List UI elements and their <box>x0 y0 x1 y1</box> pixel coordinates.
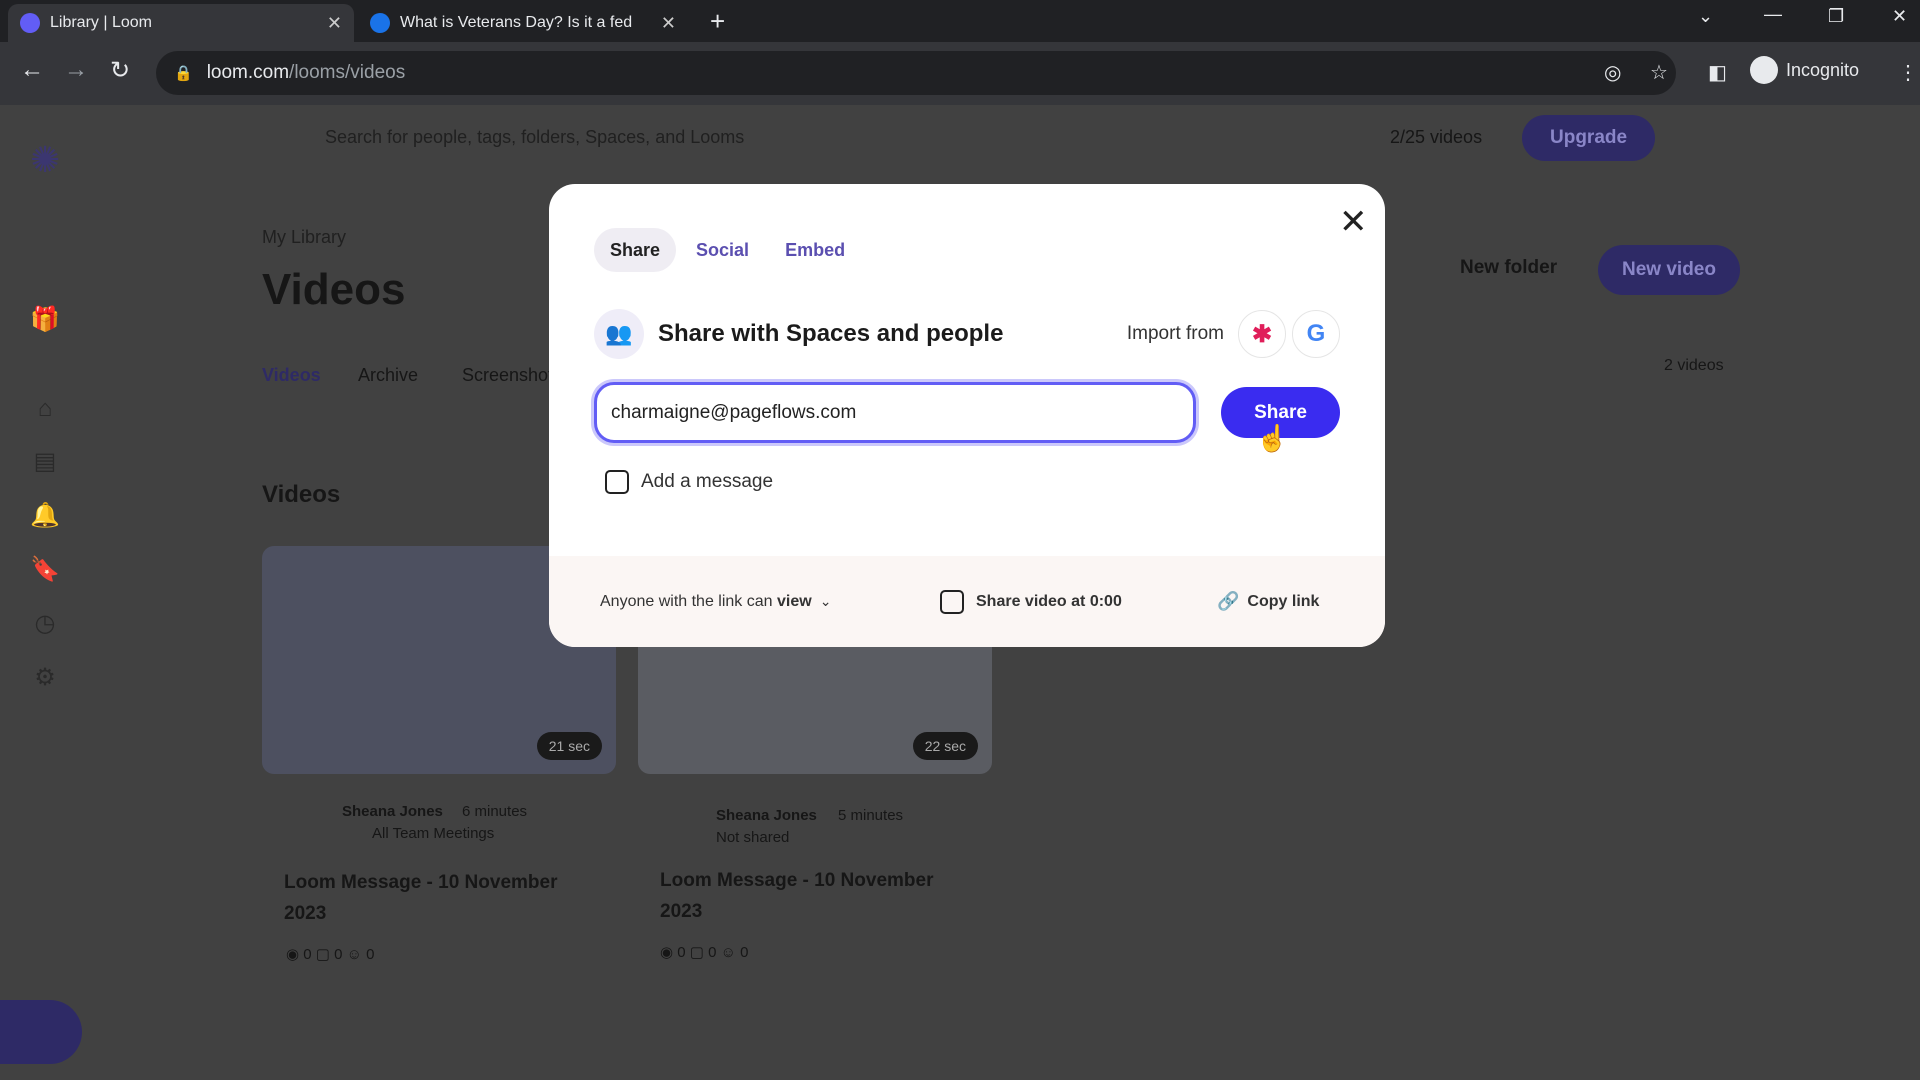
search-input[interactable]: Search for people, tags, folders, Spaces… <box>325 127 744 148</box>
settings-icon[interactable]: ⚙ <box>30 663 60 693</box>
video-count: 2/25 videos <box>1390 127 1483 147</box>
profile-label: Incognito <box>1786 59 1860 80</box>
views-count: 0 <box>677 944 686 961</box>
tab-title: Library | Loom <box>50 14 152 31</box>
video-space: All Team Meetings <box>372 825 495 842</box>
reload-icon[interactable]: ↻ <box>110 56 130 85</box>
close-tab-icon[interactable]: ✕ <box>327 13 342 34</box>
permission-prefix: Anyone with the link can <box>600 592 777 610</box>
reactions-count: 0 <box>366 946 375 963</box>
tab-title: What is Veterans Day? Is it a fed <box>400 14 633 31</box>
share-at-time-checkbox[interactable]: Share video at 0:00 <box>940 589 1122 614</box>
incognito-icon <box>1750 56 1778 84</box>
add-message-label: Add a message <box>641 471 774 492</box>
video-time: 6 minutes <box>462 803 528 820</box>
url-host: loom.com <box>206 62 290 83</box>
google-icon[interactable]: G <box>1292 310 1340 358</box>
upgrade-button[interactable]: Upgrade <box>1522 115 1656 161</box>
side-panel-icon[interactable]: ◧ <box>1708 60 1727 85</box>
tab-veterans-day[interactable]: What is Veterans Day? Is it a fed ✕ <box>358 4 688 42</box>
views-count: 0 <box>303 946 312 963</box>
menu-icon[interactable]: ⋮ <box>1898 60 1918 85</box>
new-video-button[interactable]: New video <box>1598 245 1740 295</box>
video-stats: ◉ 0 ▢ 0 ☺ 0 <box>286 946 375 963</box>
reactions-count: 0 <box>740 944 749 961</box>
history-icon[interactable]: ◷ <box>30 609 60 639</box>
share-dialog: Share Social Embed ✕ 👥 Share with Spaces… <box>549 184 1385 647</box>
video-space: Not shared <box>716 829 790 846</box>
video-stats: ◉ 0 ▢ 0 ☺ 0 <box>660 944 749 961</box>
permission-value: view <box>777 592 812 610</box>
lock-icon: 🔒 <box>174 65 193 82</box>
page-title: Videos <box>262 265 406 314</box>
videos-count: 2 videos <box>1664 357 1724 374</box>
duration-badge: 21 sec <box>536 732 602 760</box>
mouse-cursor-icon: ☝ <box>1256 423 1289 453</box>
new-tab-icon[interactable]: + <box>710 6 725 37</box>
notifications-icon[interactable]: 🔔 <box>30 501 60 531</box>
loom-favicon-icon <box>20 13 40 33</box>
share-dialog-tabs: Share Social Embed <box>594 228 861 272</box>
tab-social[interactable]: Social <box>680 228 765 272</box>
duration-badge: 22 sec <box>912 732 978 760</box>
link-icon: 🔗 <box>1217 591 1240 611</box>
bookmark-star-icon[interactable]: ☆ <box>1650 60 1668 85</box>
tab-videos[interactable]: Videos <box>262 365 321 386</box>
share-heading: Share with Spaces and people <box>658 320 1004 347</box>
url-path: /looms/videos <box>289 62 406 83</box>
link-permission-dropdown[interactable]: Anyone with the link can view ⌄ <box>600 593 831 611</box>
chevron-down-icon: ⌄ <box>819 593 832 609</box>
video-title[interactable]: Loom Message - 10 November 2023 <box>660 865 980 927</box>
share-header: 👥 Share with Spaces and people Import fr… <box>594 309 1340 359</box>
loom-logo-icon: ✺ <box>30 139 61 180</box>
copy-link-label: Copy link <box>1247 592 1320 610</box>
tracking-eye-icon[interactable]: ◎ <box>1604 60 1621 85</box>
add-message-checkbox[interactable]: Add a message <box>605 470 773 494</box>
video-time: 5 minutes <box>838 807 904 824</box>
forward-icon[interactable]: → <box>64 56 88 84</box>
tab-embed[interactable]: Embed <box>769 228 861 272</box>
checkbox-icon[interactable] <box>605 470 629 494</box>
share-footer: Anyone with the link can view ⌄ Share vi… <box>549 556 1385 647</box>
tab-search-icon[interactable]: ⌄ <box>1698 6 1713 27</box>
share-at-label: Share video at 0:00 <box>976 592 1122 610</box>
incognito-badge[interactable]: Incognito <box>1750 56 1859 84</box>
tab-library-loom[interactable]: Library | Loom ✕ <box>8 4 354 42</box>
comments-count: 0 <box>708 944 717 961</box>
video-title[interactable]: Loom Message - 10 November 2023 <box>284 867 604 929</box>
bookmark-icon[interactable]: 🔖 <box>30 555 60 585</box>
close-icon[interactable]: ✕ <box>1339 202 1368 242</box>
email-input[interactable] <box>594 382 1196 443</box>
checkbox-icon[interactable] <box>940 589 964 614</box>
site-favicon-icon <box>370 13 390 33</box>
back-icon[interactable]: ← <box>20 56 44 84</box>
restore-icon[interactable]: ❐ <box>1828 6 1844 27</box>
close-tab-icon[interactable]: ✕ <box>661 13 676 34</box>
slack-icon[interactable]: ✱ <box>1238 310 1286 358</box>
import-from-label: Import from <box>1126 323 1224 344</box>
comments-count: 0 <box>334 946 343 963</box>
gift-icon[interactable]: 🎁 <box>30 305 60 335</box>
people-icon: 👥 <box>594 309 644 359</box>
tab-share[interactable]: Share <box>594 228 677 272</box>
copy-link-button[interactable]: 🔗 Copy link <box>1217 591 1319 612</box>
tab-screenshots[interactable]: Screenshots <box>462 365 562 386</box>
tab-archive[interactable]: Archive <box>358 365 418 386</box>
home-icon[interactable]: ⌂ <box>30 395 60 425</box>
close-window-icon[interactable]: ✕ <box>1892 6 1907 27</box>
section-heading: Videos <box>262 481 341 508</box>
new-folder-button[interactable]: New folder <box>1460 257 1557 279</box>
browser-toolbar: ← → ↻ 🔒 loom.com/looms/videos ◎ ☆ ◧ Inco… <box>0 42 1920 105</box>
minimize-icon[interactable]: — <box>1764 4 1782 25</box>
video-author: Sheana Jones <box>342 803 443 820</box>
browser-tab-bar: Library | Loom ✕ What is Veterans Day? I… <box>0 0 1920 42</box>
record-button[interactable] <box>0 1000 82 1064</box>
library-icon[interactable]: ▤ <box>30 447 60 477</box>
breadcrumb[interactable]: My Library <box>262 227 346 248</box>
video-author: Sheana Jones <box>716 807 817 824</box>
address-bar[interactable]: 🔒 loom.com/looms/videos <box>156 51 1676 95</box>
